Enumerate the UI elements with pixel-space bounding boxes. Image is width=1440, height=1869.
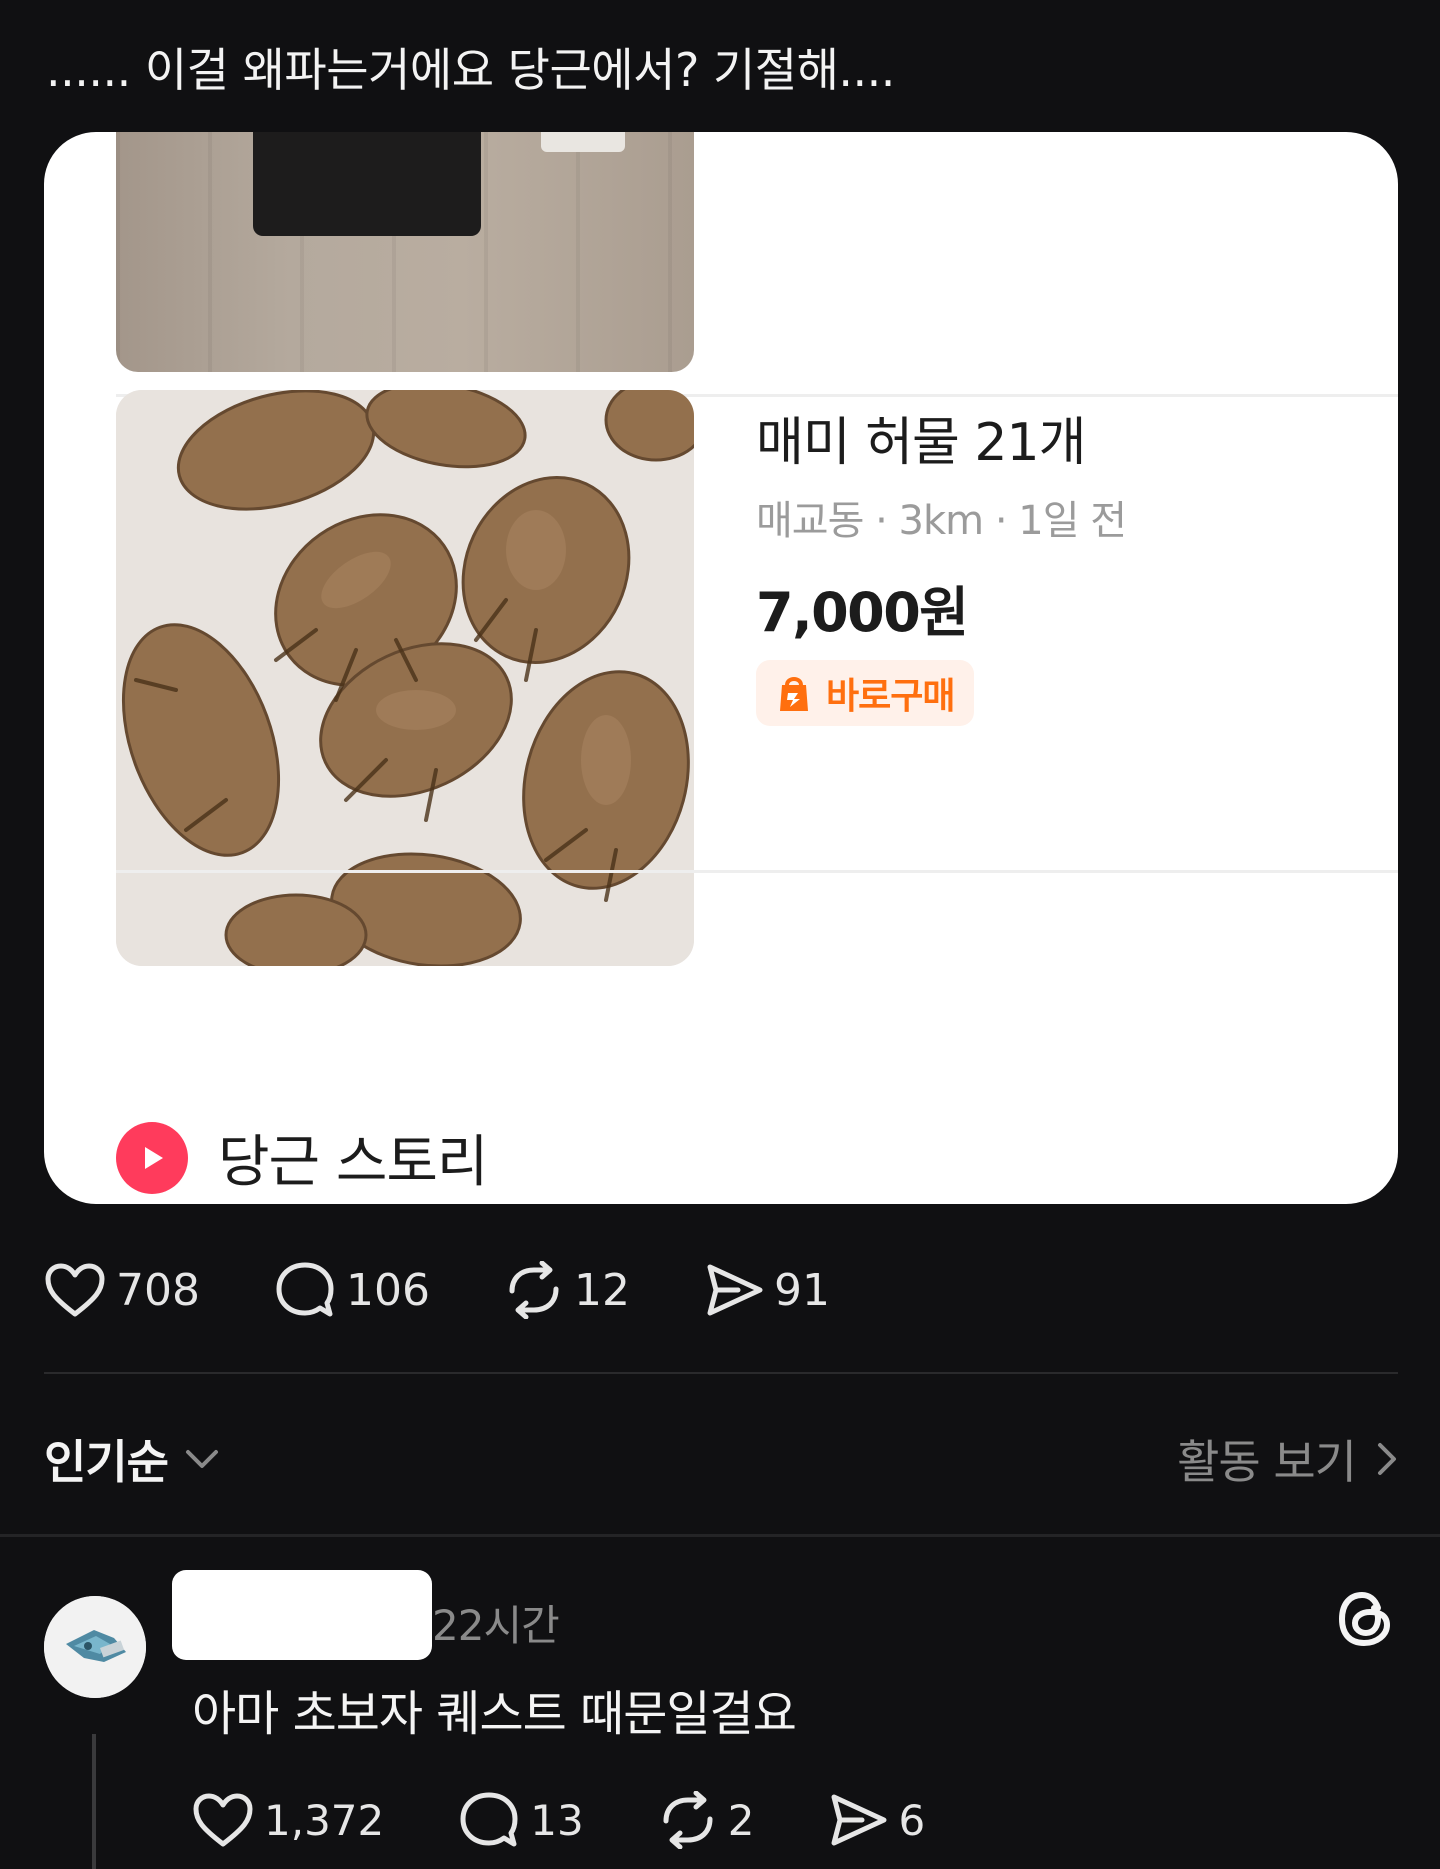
- share-count: 91: [773, 1264, 830, 1316]
- divider: [0, 1534, 1440, 1537]
- heart-icon: [193, 1793, 253, 1847]
- comment-share-count: 6: [898, 1795, 926, 1845]
- buy-now-badge: 바로구매: [756, 660, 975, 726]
- repost-icon: [509, 1261, 559, 1319]
- post-actions: 708 106 12 91: [44, 1260, 830, 1320]
- like-button[interactable]: 708: [44, 1262, 200, 1318]
- send-icon: [831, 1794, 887, 1846]
- divider: [116, 870, 1398, 873]
- view-activity-link[interactable]: 활동 보기: [1177, 1426, 1398, 1492]
- comment-reply-button[interactable]: 13: [458, 1790, 584, 1850]
- listing-title[interactable]: 매미 허물 21개: [756, 400, 1086, 475]
- thread-line: [92, 1734, 96, 1869]
- like-count: 708: [116, 1264, 200, 1316]
- shopping-bag-icon: [780, 677, 808, 711]
- repost-count: 12: [573, 1264, 630, 1316]
- comment-reply-count: 13: [530, 1795, 584, 1845]
- chevron-down-icon: [185, 1450, 218, 1468]
- sort-dropdown[interactable]: 인기순: [44, 1426, 220, 1492]
- sort-label: 인기순: [44, 1435, 169, 1489]
- threads-logo-icon: [1338, 1591, 1391, 1647]
- comment-like-button[interactable]: 1,372: [192, 1792, 384, 1848]
- comment-icon: [276, 1262, 334, 1317]
- username-redacted[interactable]: [172, 1570, 432, 1660]
- comment-share-button[interactable]: 6: [828, 1792, 925, 1848]
- view-activity-label: 활동 보기: [1177, 1435, 1357, 1489]
- send-icon: [707, 1264, 763, 1316]
- comment-icon: [460, 1792, 518, 1847]
- previous-listing-photo: [116, 132, 694, 372]
- reply-button[interactable]: 106: [274, 1260, 430, 1320]
- comment-timestamp: 22시간: [432, 1601, 560, 1650]
- heart-icon: [45, 1263, 105, 1317]
- play-icon: [116, 1121, 188, 1194]
- comment-actions: 1,372 13 2 6: [192, 1790, 925, 1850]
- listing-screenshot-card[interactable]: 매미 허물 21개 매교동 · 3km · 1일 전 7,000원 바로구매 당…: [44, 132, 1398, 1204]
- comment-like-count: 1,372: [264, 1795, 385, 1845]
- comment-repost-button[interactable]: 2: [658, 1791, 755, 1849]
- divider: [44, 1372, 1398, 1374]
- story-label: 당근 스토리: [218, 1130, 488, 1195]
- repost-button[interactable]: 12: [504, 1261, 630, 1319]
- avatar[interactable]: [44, 1596, 146, 1698]
- reply-count: 106: [345, 1264, 430, 1316]
- comment-text: 아마 초보자 퀘스트 때문일걸요: [192, 1686, 797, 1742]
- listing-photo: [116, 390, 694, 966]
- comment-repost-count: 2: [727, 1795, 755, 1845]
- chevron-right-icon: [1378, 1443, 1396, 1475]
- share-button[interactable]: 91: [704, 1262, 830, 1318]
- story-link[interactable]: 당근 스토리: [116, 1117, 488, 1198]
- post-text: ...... 이걸 왜파는거에요 당근에서? 기절해....: [46, 43, 895, 97]
- buy-now-label: 바로구매: [826, 676, 955, 717]
- listing-meta: 매교동 · 3km · 1일 전: [756, 498, 1127, 544]
- listing-price: 7,000원: [756, 581, 969, 644]
- repost-icon: [663, 1791, 713, 1849]
